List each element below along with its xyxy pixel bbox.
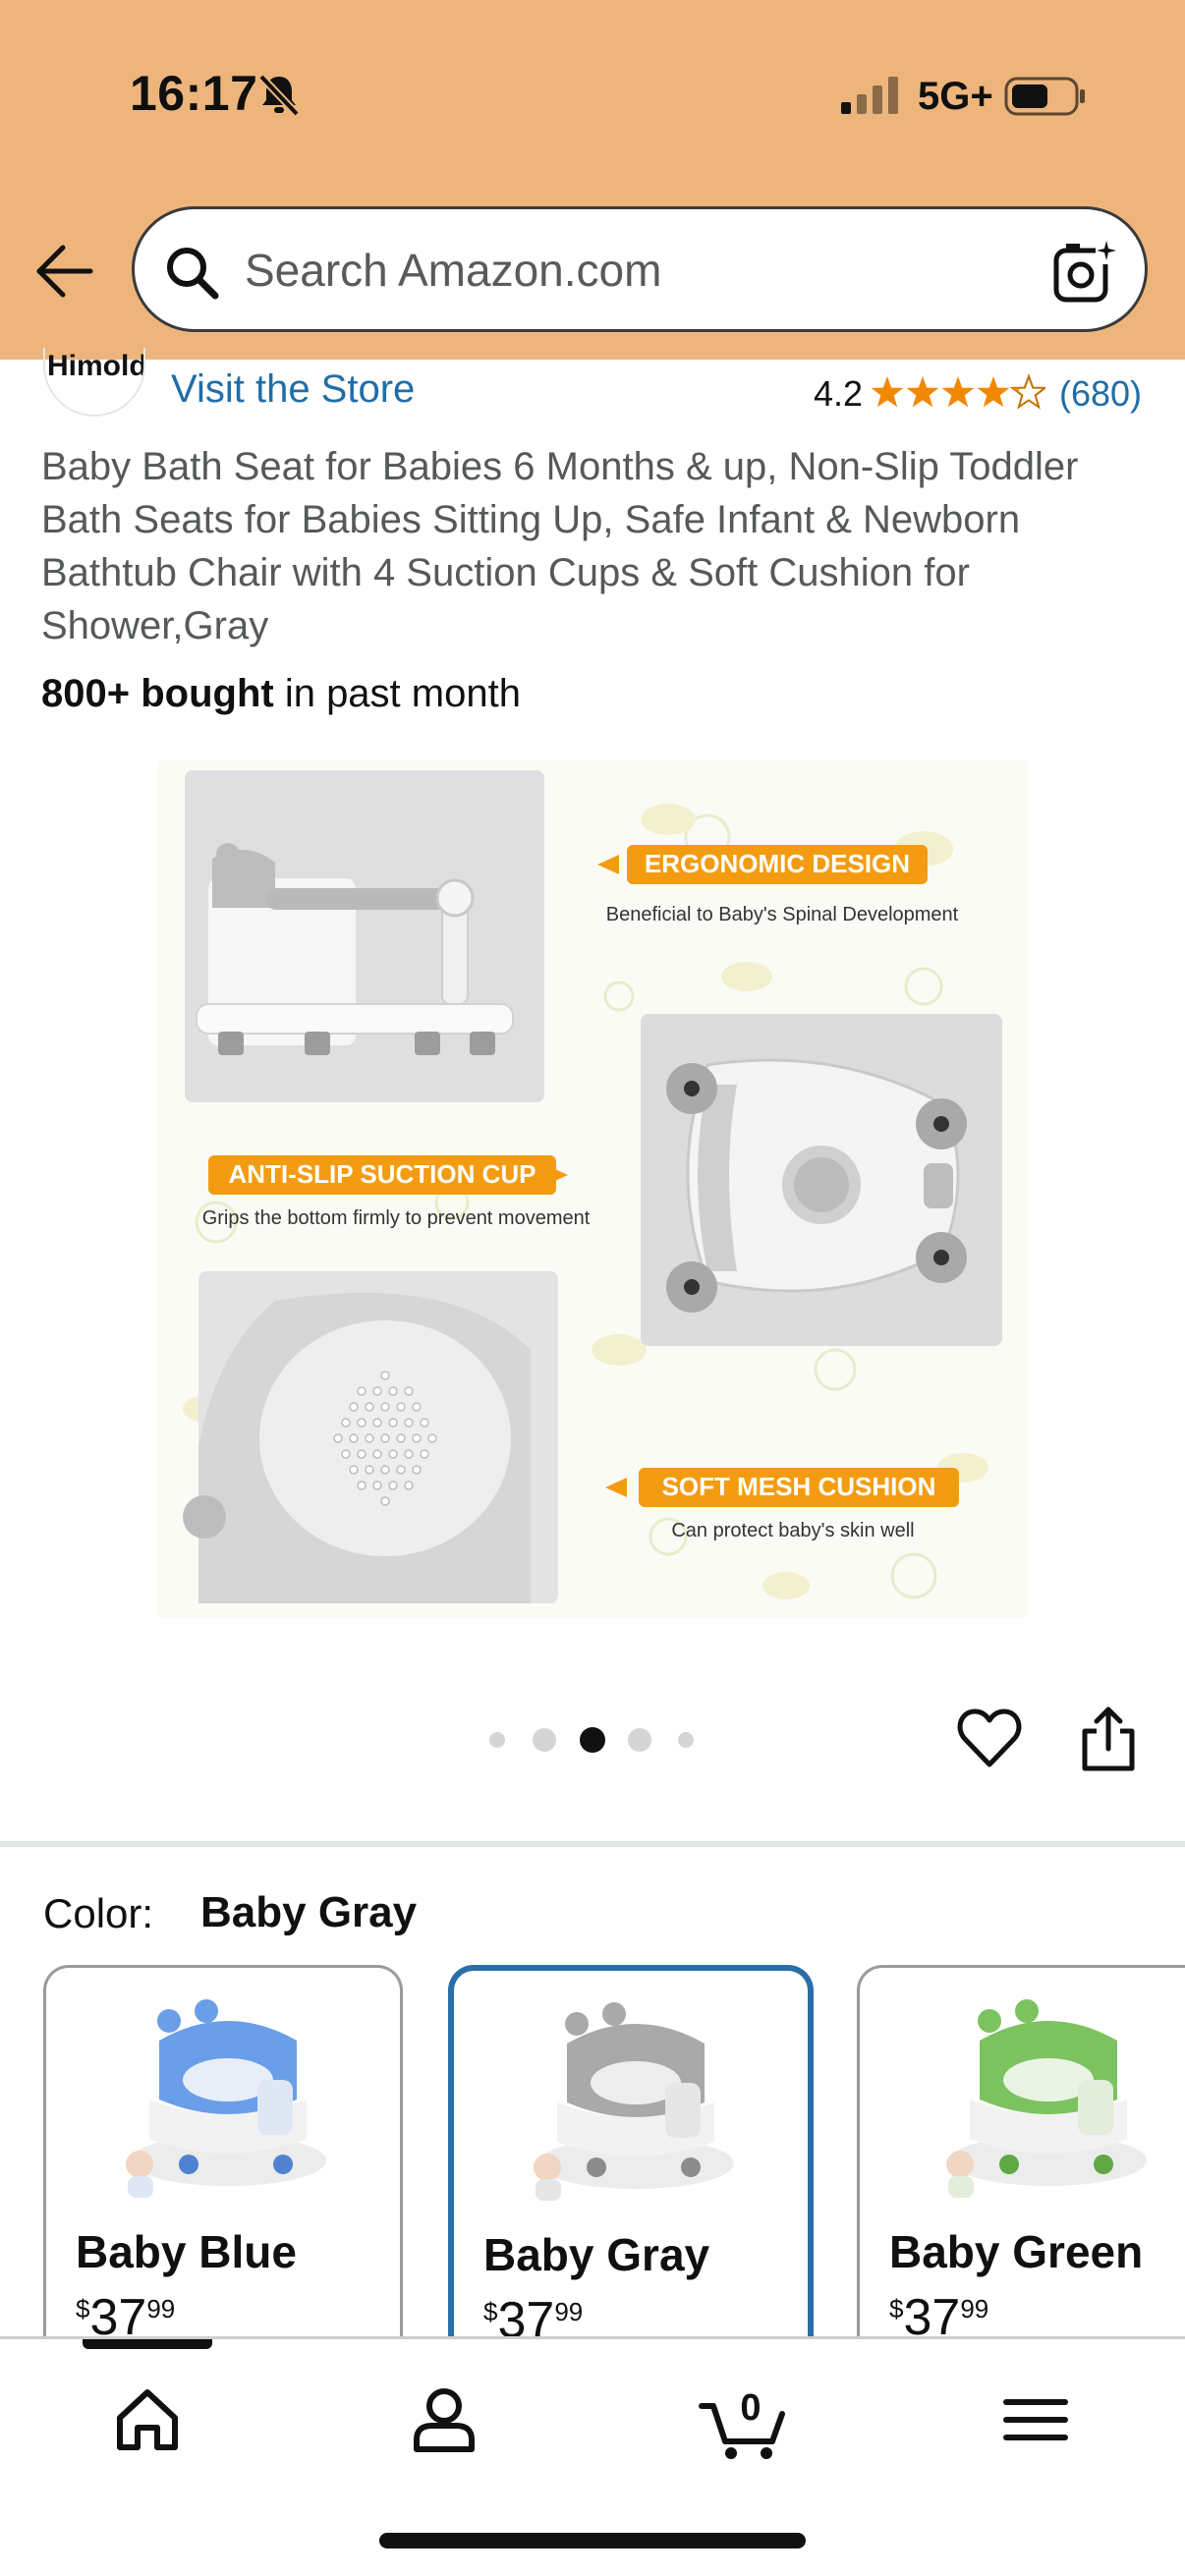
- carousel-dot[interactable]: [489, 1732, 505, 1748]
- callout-mesh-text: Can protect baby's skin well: [671, 1520, 914, 1541]
- color-option-name: Baby Green: [889, 2226, 1144, 2277]
- battery-icon: [1004, 77, 1085, 116]
- brand-name: Himold: [47, 350, 145, 382]
- callout-mesh-heading: SOFT MESH CUSHION: [662, 1472, 936, 1501]
- search-icon[interactable]: [164, 245, 219, 300]
- section-divider: [0, 1841, 1185, 1847]
- color-option-baby-gray[interactable]: Baby Gray $3799: [448, 1965, 814, 2378]
- product-thumbnail: [946, 1999, 1147, 2198]
- carousel-dot[interactable]: [628, 1728, 651, 1752]
- callout-suction-heading: ANTI-SLIP SUCTION CUP: [229, 1159, 536, 1189]
- rating-count-link[interactable]: (680): [1059, 373, 1142, 415]
- color-option-name: Baby Blue: [76, 2226, 297, 2277]
- signal-icon: [841, 77, 898, 114]
- color-selected-value: Baby Gray: [200, 1888, 418, 1936]
- network-type: 5G+: [918, 75, 993, 118]
- color-option-baby-green[interactable]: Baby Green $3799: [857, 1965, 1185, 2378]
- product-image[interactable]: ERGONOMIC DESIGN Beneficial to Baby's Sp…: [157, 760, 1028, 1617]
- carousel-dot[interactable]: [533, 1728, 556, 1752]
- heart-icon[interactable]: [957, 1708, 1022, 1768]
- product-thumbnail: [126, 1999, 326, 2198]
- cart-icon[interactable]: 0: [698, 2379, 788, 2461]
- camera-lens-icon[interactable]: [1052, 239, 1117, 304]
- product-page: 16:17 5G+ Search Amazon.com Himold Visit…: [0, 0, 1185, 2576]
- rating-value: 4.2: [814, 373, 864, 414]
- callout-ergonomic-heading: ERGONOMIC DESIGN: [645, 849, 910, 878]
- home-icon[interactable]: [106, 2379, 189, 2461]
- brand-logo[interactable]: Himold: [43, 348, 145, 417]
- bought-count: 800+ bought in past month: [41, 672, 521, 716]
- search-input[interactable]: [245, 235, 1011, 306]
- back-arrow-icon[interactable]: [33, 242, 94, 301]
- product-thumbnail: [534, 2002, 734, 2201]
- product-title: Baby Bath Seat for Babies 6 Months & up,…: [41, 445, 1079, 647]
- color-label: Color:: [43, 1890, 154, 1936]
- color-option-baby-blue[interactable]: Baby Blue $3799: [43, 1965, 403, 2378]
- home-indicator[interactable]: [379, 2533, 806, 2548]
- carousel-dot[interactable]: [678, 1732, 694, 1748]
- carousel-dot-active[interactable]: [580, 1727, 605, 1753]
- account-icon[interactable]: [403, 2379, 485, 2461]
- bell-slash-icon: [258, 74, 300, 117]
- callout-suction-text: Grips the bottom firmly to prevent movem…: [202, 1207, 591, 1229]
- callout-ergonomic-text: Beneficial to Baby's Spinal Development: [606, 904, 959, 925]
- status-time: 16:17: [130, 66, 258, 121]
- color-option-name: Baby Gray: [483, 2229, 710, 2280]
- star-rating-icon[interactable]: [871, 373, 1045, 411]
- header: 16:17 5G+: [0, 0, 1185, 360]
- nav-active-indicator: [83, 2339, 212, 2349]
- cart-count: 0: [740, 2387, 761, 2429]
- bought-rest: in past month: [273, 672, 521, 715]
- menu-icon[interactable]: [994, 2379, 1077, 2461]
- visit-store-link[interactable]: Visit the Store: [171, 367, 415, 412]
- search-bar[interactable]: [132, 206, 1148, 332]
- bought-bold: 800+ bought: [41, 672, 274, 715]
- share-icon[interactable]: [1081, 1706, 1136, 1772]
